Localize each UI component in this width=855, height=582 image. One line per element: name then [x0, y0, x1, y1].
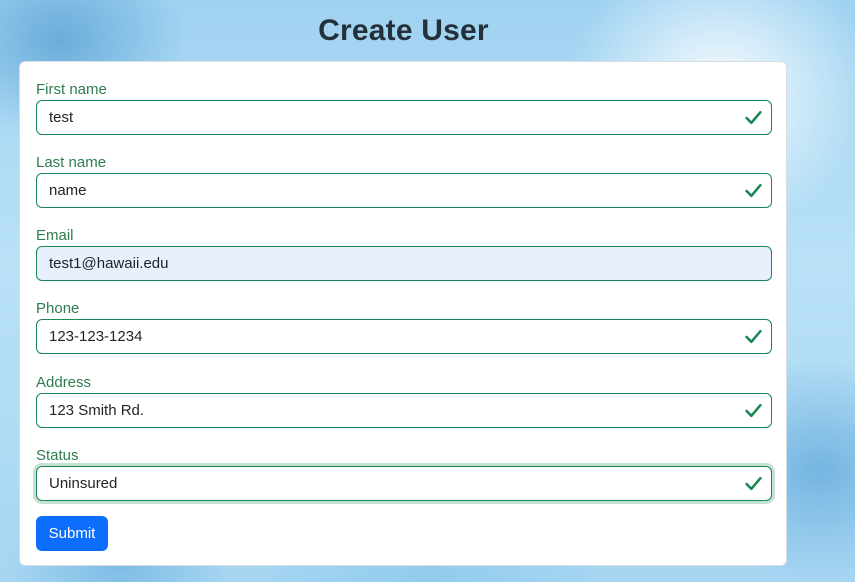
page-title: Create User: [318, 14, 489, 47]
email-group: Email test1@hawaii.edu: [36, 226, 772, 281]
status-label: Status: [36, 447, 79, 464]
first-name-label: First name: [36, 81, 107, 98]
email-value: test1@hawaii.edu: [49, 255, 169, 272]
phone-label: Phone: [36, 300, 80, 317]
last-name-value: name: [49, 182, 87, 199]
last-name-group: Last name name: [36, 153, 772, 208]
email-label: Email: [36, 227, 74, 244]
status-value: Uninsured: [49, 475, 118, 492]
address-group: Address 123 Smith Rd.: [36, 373, 772, 428]
phone-group: Phone 123-123-1234: [36, 299, 772, 354]
create-user-form: First name test Last name name Email tes…: [19, 61, 787, 566]
check-icon: [745, 476, 762, 491]
last-name-label: Last name: [36, 154, 107, 171]
phone-value: 123-123-1234: [49, 328, 143, 345]
first-name-value: test: [49, 109, 74, 126]
check-icon: [745, 329, 762, 344]
email-input[interactable]: test1@hawaii.edu: [36, 246, 772, 281]
submit-button[interactable]: Submit: [36, 516, 108, 551]
address-label: Address: [36, 374, 92, 391]
status-input[interactable]: Uninsured: [36, 466, 772, 501]
first-name-input[interactable]: test: [36, 100, 772, 135]
check-icon: [745, 110, 762, 125]
address-value: 123 Smith Rd.: [49, 402, 145, 419]
phone-input[interactable]: 123-123-1234: [36, 319, 772, 354]
status-group: Status Uninsured: [36, 446, 772, 501]
address-input[interactable]: 123 Smith Rd.: [36, 393, 772, 428]
check-icon: [745, 403, 762, 418]
first-name-group: First name test: [36, 80, 772, 135]
check-icon: [745, 183, 762, 198]
last-name-input[interactable]: name: [36, 173, 772, 208]
